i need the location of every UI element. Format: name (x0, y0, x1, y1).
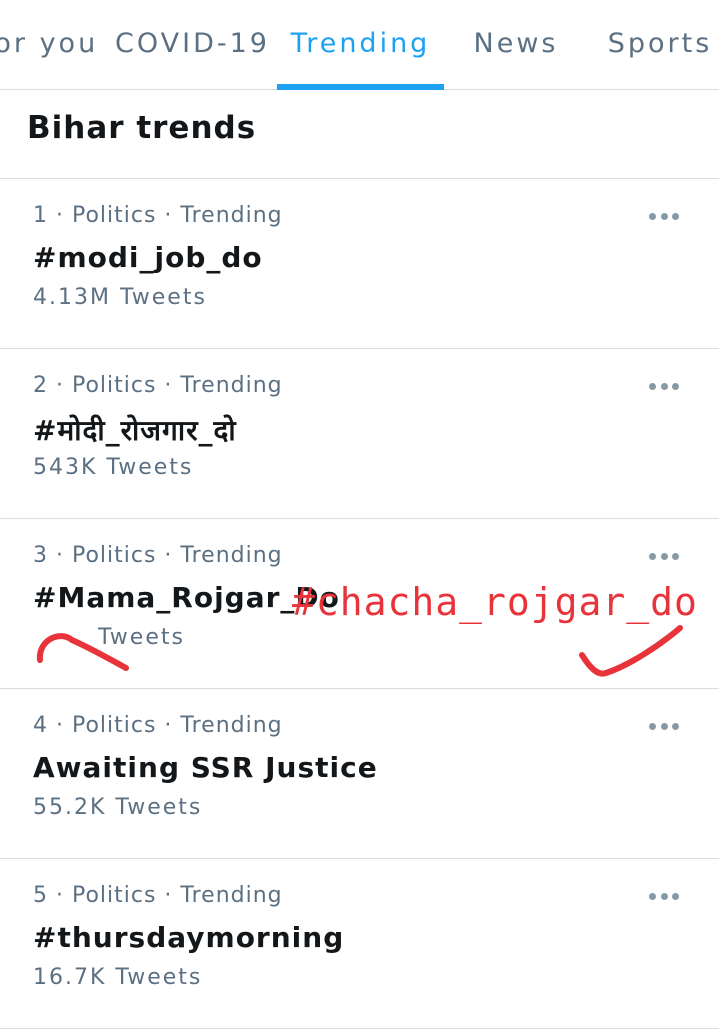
trend-name: #thursdaymorning (33, 921, 345, 954)
more-options-icon[interactable] (649, 889, 679, 903)
trend-tweet-count: 543K Tweets (33, 455, 194, 480)
more-options-icon[interactable] (649, 549, 679, 563)
trend-item[interactable]: 5 · Politics · Trending #thursdaymorning… (0, 859, 719, 1029)
trend-meta: 3 · Politics · Trending (33, 543, 283, 568)
tab-trending[interactable]: Trending (277, 0, 444, 90)
trend-tweet-count: 4.13M Tweets (33, 285, 207, 310)
trend-name: Awaiting SSR Justice (33, 751, 378, 784)
tab-sports[interactable]: Sports (590, 0, 719, 90)
trend-item[interactable]: 2 · Politics · Trending #मोदी_रोजगार_दो … (0, 349, 719, 519)
tab-news[interactable]: News (462, 0, 570, 90)
handwritten-annotation: #chacha_rojgar_do (292, 580, 698, 624)
trend-meta: 4 · Politics · Trending (33, 713, 283, 738)
more-options-icon[interactable] (649, 209, 679, 223)
trend-tweet-count: 16.7K Tweets (33, 965, 203, 990)
trend-meta: 5 · Politics · Trending (33, 883, 283, 908)
tab-for-you[interactable]: For you (0, 0, 105, 90)
tab-covid-19[interactable]: COVID-19 (115, 0, 267, 90)
trend-tweet-count: Tweets (98, 625, 185, 650)
section-title: Bihar trends (27, 110, 257, 146)
trend-item[interactable]: 4 · Politics · Trending Awaiting SSR Jus… (0, 689, 719, 859)
more-options-icon[interactable] (649, 719, 679, 733)
trend-meta: 2 · Politics · Trending (33, 373, 283, 398)
trend-name: #मोदी_रोजगार_दो (33, 414, 237, 447)
trend-item[interactable]: 1 · Politics · Trending #modi_job_do 4.1… (0, 179, 719, 349)
trend-tweet-count: 55.2K Tweets (33, 795, 203, 820)
more-options-icon[interactable] (649, 379, 679, 393)
top-tab-bar: For you COVID-19 Trending News Sports (0, 0, 719, 90)
active-tab-indicator (277, 84, 444, 90)
trend-meta: 1 · Politics · Trending (33, 203, 283, 228)
trend-name: #modi_job_do (33, 241, 263, 274)
